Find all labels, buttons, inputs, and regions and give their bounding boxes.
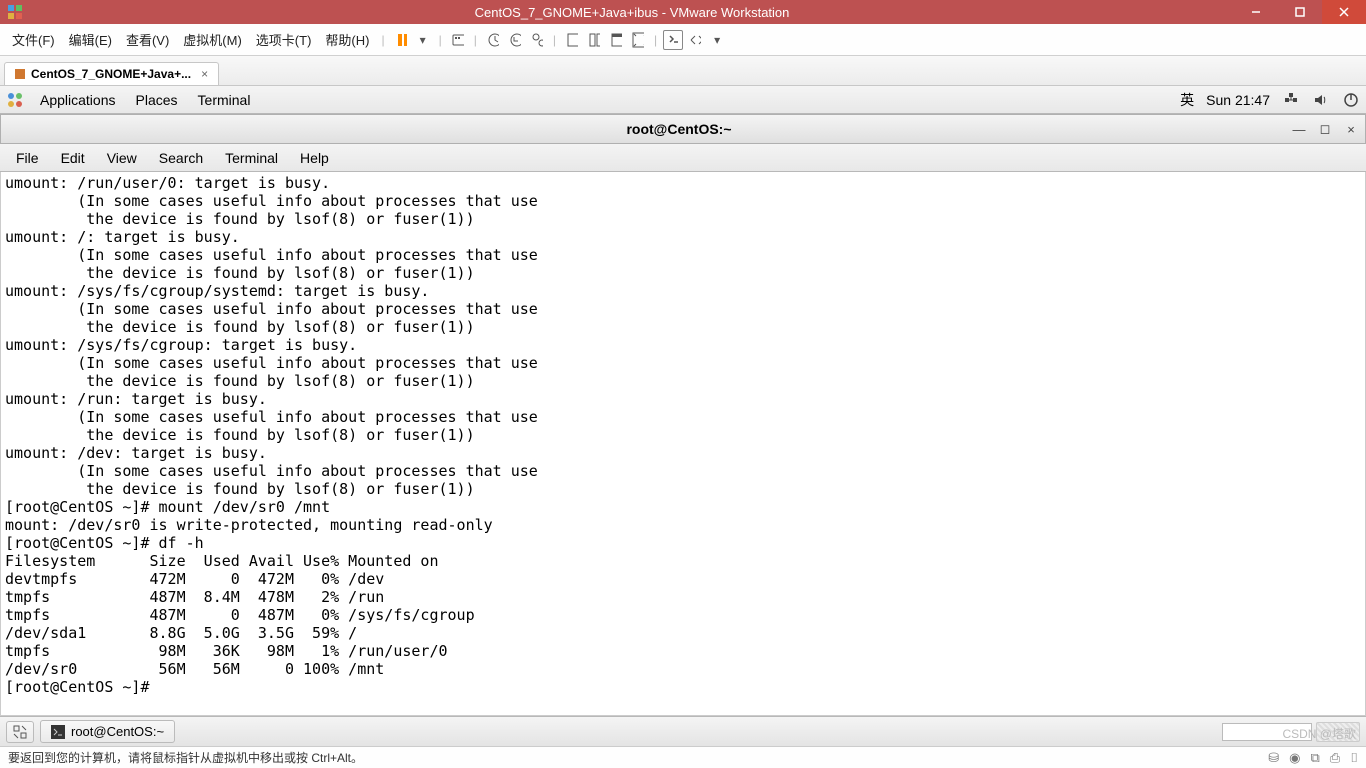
vm-unity-icon[interactable]	[606, 30, 626, 50]
vmware-tab-row: CentOS_7_GNOME+Java+... ×	[0, 56, 1366, 86]
gnome-places-menu[interactable]: Places	[126, 88, 188, 112]
vm-fullscreen-icon[interactable]	[628, 30, 648, 50]
vm-view-multi-icon[interactable]	[584, 30, 604, 50]
network-icon[interactable]	[1282, 92, 1300, 108]
host-close-button[interactable]	[1322, 0, 1366, 24]
vmware-menubar: 文件(F) 编辑(E) 查看(V) 虚拟机(M) 选项卡(T) 帮助(H) | …	[0, 24, 1366, 56]
vmware-status-bar: 要返回到您的计算机，请将鼠标指针从虚拟机中移出或按 Ctrl+Alt。 ⛁ ◉ …	[0, 746, 1366, 768]
term-menu-help[interactable]: Help	[290, 146, 339, 170]
term-menu-search[interactable]: Search	[149, 146, 213, 170]
gnome-bottom-panel: root@CentOS:~	[0, 716, 1366, 746]
terminal-maximize-button[interactable]: ◻	[1317, 121, 1333, 137]
taskbar-item-terminal[interactable]: root@CentOS:~	[40, 720, 175, 743]
vm-power-dropdown-icon[interactable]: ▾	[413, 30, 433, 50]
status-sound-icon[interactable]: ⌷	[1350, 750, 1358, 766]
guest-display: Applications Places Terminal 英 Sun 21:47…	[0, 86, 1366, 746]
vm-snapshot-icon[interactable]	[483, 30, 503, 50]
terminal-menubar: File Edit View Search Terminal Help	[0, 144, 1366, 172]
terminal-close-button[interactable]: ×	[1343, 121, 1359, 137]
vm-revert-snapshot-icon[interactable]	[505, 30, 525, 50]
vm-send-keys-icon[interactable]	[448, 30, 468, 50]
terminal-output[interactable]: umount: /run/user/0: target is busy. (In…	[0, 172, 1366, 716]
status-cd-icon[interactable]: ◉	[1289, 750, 1300, 766]
vm-tab-close-icon[interactable]: ×	[201, 67, 208, 81]
gnome-activities-icon[interactable]	[6, 91, 24, 109]
vm-view-single-icon[interactable]	[562, 30, 582, 50]
vm-snapshot-manager-icon[interactable]	[527, 30, 547, 50]
status-usb-icon[interactable]: ⎙	[1330, 750, 1340, 766]
vmware-tab-active[interactable]: CentOS_7_GNOME+Java+... ×	[4, 62, 219, 85]
workspace-switcher[interactable]	[1222, 723, 1312, 741]
vm-menu-help[interactable]: 帮助(H)	[319, 26, 375, 53]
term-menu-view[interactable]: View	[97, 146, 147, 170]
vm-menu-edit[interactable]: 编辑(E)	[63, 26, 118, 53]
vm-stretch-dropdown-icon[interactable]: ▾	[707, 30, 727, 50]
term-menu-terminal[interactable]: Terminal	[215, 146, 288, 170]
terminal-window-title: root@CentOS:~	[67, 121, 1291, 137]
gnome-input-method[interactable]: 英	[1180, 90, 1194, 110]
status-nic-icon[interactable]: ⧉	[1310, 750, 1319, 766]
host-maximize-button[interactable]	[1278, 0, 1322, 24]
vmware-status-hint: 要返回到您的计算机，请将鼠标指针从虚拟机中移出或按 Ctrl+Alt。	[8, 749, 363, 766]
vm-stretch-icon[interactable]	[685, 30, 705, 50]
vmware-app-icon	[4, 1, 26, 23]
taskbar-item-label: root@CentOS:~	[71, 724, 164, 739]
terminal-titlebar[interactable]: root@CentOS:~ — ◻ ×	[0, 114, 1366, 144]
vm-menu-file[interactable]: 文件(F)	[6, 26, 61, 53]
gnome-top-panel: Applications Places Terminal 英 Sun 21:47	[0, 86, 1366, 114]
power-icon[interactable]	[1342, 92, 1360, 108]
host-window-title: CentOS_7_GNOME+Java+ibus - VMware Workst…	[30, 5, 1234, 20]
vm-pause-icon[interactable]	[391, 30, 411, 50]
tray-placeholder	[1316, 722, 1360, 742]
vm-menu-view[interactable]: 查看(V)	[120, 26, 175, 53]
gnome-applications-menu[interactable]: Applications	[30, 88, 126, 112]
vm-console-icon[interactable]	[663, 30, 683, 50]
volume-icon[interactable]	[1312, 92, 1330, 108]
gnome-clock[interactable]: Sun 21:47	[1206, 92, 1270, 108]
gnome-terminal-menu[interactable]: Terminal	[188, 88, 261, 112]
term-menu-file[interactable]: File	[6, 146, 49, 170]
terminal-minimize-button[interactable]: —	[1291, 121, 1307, 137]
terminal-window: root@CentOS:~ — ◻ × File Edit View Searc…	[0, 114, 1366, 716]
status-disk-icon[interactable]: ⛁	[1268, 750, 1279, 766]
vm-tab-icon	[15, 69, 25, 79]
show-desktop-button[interactable]	[6, 721, 34, 743]
host-titlebar: CentOS_7_GNOME+Java+ibus - VMware Workst…	[0, 0, 1366, 24]
vm-menu-tabs[interactable]: 选项卡(T)	[250, 26, 318, 53]
term-menu-edit[interactable]: Edit	[51, 146, 95, 170]
vm-tab-label: CentOS_7_GNOME+Java+...	[31, 67, 191, 81]
vm-menu-vm[interactable]: 虚拟机(M)	[177, 26, 248, 53]
host-minimize-button[interactable]	[1234, 0, 1278, 24]
